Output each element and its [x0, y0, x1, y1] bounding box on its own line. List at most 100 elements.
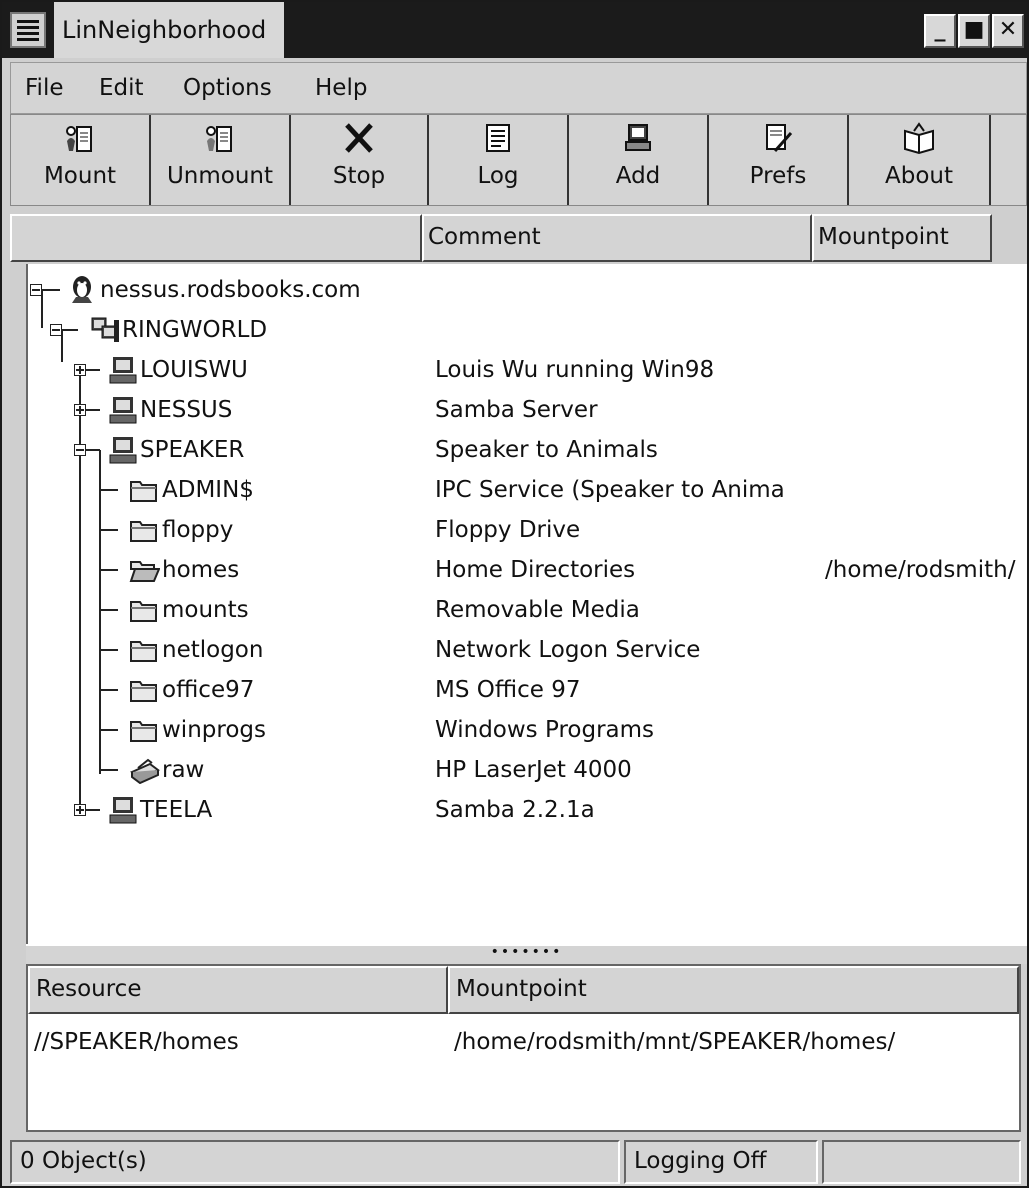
toolbar: Mount Unmount Stop Log Add Prefs About	[10, 114, 1027, 206]
preferences-icon	[766, 124, 793, 152]
tree-connector	[100, 689, 118, 691]
mounted-mountpoint[interactable]: /home/rodsmith/mnt/SPEAKER/homes/	[454, 1022, 895, 1062]
menu-edit[interactable]: Edit	[99, 71, 144, 105]
share-comment: Home Directories	[435, 557, 636, 583]
column-header-mountpoint[interactable]: Mountpoint	[812, 214, 992, 262]
stop-button[interactable]: Stop	[291, 115, 429, 205]
linneighborhood-window: LinNeighborhood _ ■ ✕ File Edit Options …	[0, 0, 1029, 1188]
mounted-resources-list[interactable]: Resource Mountpoint //SPEAKER/homes /hom…	[26, 964, 1021, 1132]
folder-icon	[130, 481, 157, 502]
machine-name: LOUISWU	[140, 357, 248, 383]
share-name: winprogs	[162, 717, 266, 743]
machine-name: SPEAKER	[140, 437, 245, 463]
maximize-button[interactable]: ■	[958, 14, 990, 48]
stop-icon	[345, 123, 373, 153]
folder-icon	[130, 521, 157, 542]
share-name: office97	[162, 677, 255, 703]
expand-toggle[interactable]	[74, 804, 86, 816]
status-extra	[822, 1140, 1021, 1184]
tree-connector	[99, 450, 101, 774]
open-folder-icon	[129, 561, 160, 582]
unmount-icon	[206, 126, 232, 152]
mount-button[interactable]: Mount	[11, 115, 151, 205]
host-name: nessus.rodsbooks.com	[100, 277, 361, 303]
share-comment: IPC Service (Speaker to Anima	[435, 477, 785, 503]
share-name: homes	[162, 557, 240, 583]
menu-help[interactable]: Help	[315, 71, 367, 105]
expand-toggle[interactable]	[74, 364, 86, 376]
tree-connector	[86, 369, 100, 371]
status-objects: 0 Object(s)	[10, 1140, 620, 1184]
title-bar[interactable]: LinNeighborhood _ ■ ✕	[2, 2, 1027, 58]
workgroup-icon	[91, 317, 119, 342]
share-name: floppy	[162, 517, 234, 543]
share-comment: MS Office 97	[435, 677, 581, 703]
machine-comment: Louis Wu running Win98	[435, 357, 715, 383]
share-comment: Removable Media	[435, 597, 640, 623]
pane-splitter-handle[interactable]: •••••••	[26, 944, 1027, 964]
tree-connector	[79, 368, 81, 814]
prefs-button[interactable]: Prefs	[709, 115, 849, 205]
close-button[interactable]: ✕	[992, 14, 1024, 48]
share-name: netlogon	[162, 637, 264, 663]
computer-icon	[109, 437, 137, 464]
machine-name: TEELA	[140, 797, 213, 823]
share-name: mounts	[162, 597, 249, 623]
computer-icon	[109, 797, 137, 824]
printer-icon	[130, 758, 160, 784]
book-icon	[904, 122, 934, 155]
expand-toggle[interactable]	[74, 404, 86, 416]
computer-add-icon	[625, 124, 651, 151]
about-button[interactable]: About	[849, 115, 991, 205]
mount-icon	[66, 126, 92, 152]
log-button[interactable]: Log	[429, 115, 569, 205]
collapse-toggle[interactable]	[30, 284, 42, 296]
menu-bar: File Edit Options Help	[10, 62, 1027, 114]
minimize-button[interactable]: _	[924, 14, 956, 48]
unmount-button[interactable]: Unmount	[151, 115, 291, 205]
computer-icon	[109, 397, 137, 424]
collapse-toggle[interactable]	[74, 444, 86, 456]
column-header-comment[interactable]: Comment	[422, 214, 812, 262]
machine-comment: Speaker to Animals	[435, 437, 658, 463]
tree-connector	[100, 529, 118, 531]
share-comment: Floppy Drive	[435, 517, 581, 543]
tree-connector	[42, 289, 60, 291]
share-name: ADMIN$	[162, 477, 254, 503]
machine-comment: Samba Server	[435, 397, 598, 423]
mounted-resource[interactable]: //SPEAKER/homes	[34, 1022, 239, 1062]
add-button[interactable]: Add	[569, 115, 709, 205]
menu-options[interactable]: Options	[183, 71, 272, 105]
tree-connector	[100, 489, 118, 491]
share-name: raw	[162, 757, 205, 783]
tree-connector	[62, 329, 78, 331]
window-title: LinNeighborhood	[54, 2, 284, 58]
tree-connector	[86, 449, 100, 451]
tree-connector	[86, 409, 100, 411]
column-header-resource[interactable]: Resource	[28, 966, 448, 1014]
network-tree[interactable]: nessus.rodsbooks.com RINGWORLD LOUISWU L…	[26, 264, 1027, 944]
tree-connector	[100, 609, 118, 611]
window-menu-icon[interactable]	[10, 12, 46, 48]
tree-connector	[100, 769, 118, 771]
tree-connector	[100, 569, 118, 571]
folder-icon	[130, 601, 157, 622]
tree-connector	[100, 649, 118, 651]
share-mountpoint: /home/rodsmith/	[825, 557, 1016, 583]
linux-penguin-icon	[72, 276, 92, 303]
computer-icon	[109, 357, 137, 384]
share-comment: Network Logon Service	[435, 637, 701, 663]
workgroup-name: RINGWORLD	[122, 317, 268, 343]
collapse-toggle[interactable]	[50, 324, 62, 336]
machine-name: NESSUS	[140, 397, 233, 423]
folder-icon	[130, 721, 157, 742]
tree-connector	[86, 809, 100, 811]
column-header-mountpoint[interactable]: Mountpoint	[448, 966, 1019, 1014]
menu-file[interactable]: File	[25, 71, 64, 105]
tree-connector	[100, 729, 118, 731]
status-logging: Logging Off	[624, 1140, 818, 1184]
log-icon	[486, 124, 510, 152]
machine-comment: Samba 2.2.1a	[435, 797, 595, 823]
column-header-name[interactable]	[10, 214, 422, 262]
share-comment: Windows Programs	[435, 717, 655, 743]
